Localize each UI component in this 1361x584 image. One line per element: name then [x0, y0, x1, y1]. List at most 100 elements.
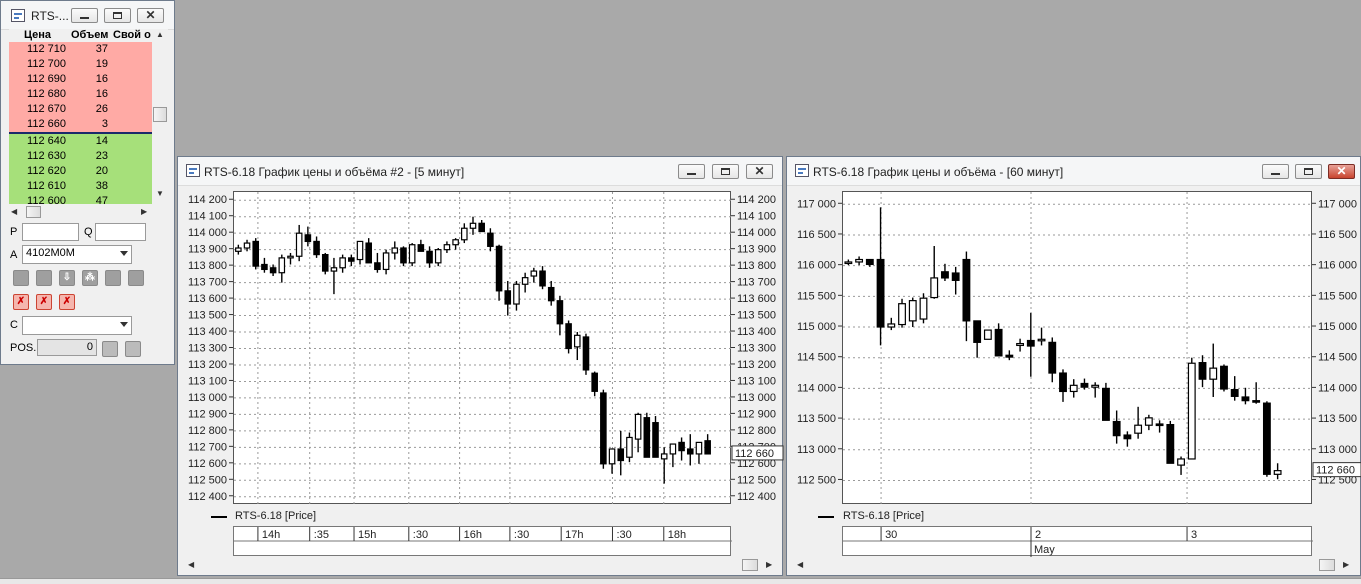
scroll-right-icon[interactable]: ▶: [1343, 560, 1349, 569]
y-tick-label: 113 000: [188, 392, 227, 404]
orderbook-vscroll[interactable]: ▲ ▼: [152, 29, 168, 204]
close-icon: ✕: [754, 164, 765, 178]
price-input[interactable]: [22, 223, 79, 241]
candle-down: [1059, 372, 1067, 393]
chart5-hscroll[interactable]: ◀ ▶: [186, 558, 776, 572]
minimize-icon: [1271, 173, 1280, 175]
maximize-button[interactable]: [1295, 164, 1322, 179]
candle-down: [304, 234, 312, 243]
candle-up: [469, 222, 477, 229]
y-tick-label: 113 400: [188, 326, 227, 338]
row-volume: 14: [95, 135, 108, 147]
legend-swatch: [211, 516, 227, 518]
chart5-plot[interactable]: [233, 191, 732, 505]
tool-button-6[interactable]: [128, 270, 144, 286]
tool-button-3[interactable]: ⇩: [59, 270, 75, 286]
tool-button-1[interactable]: [13, 270, 29, 286]
hscroll-thumb[interactable]: [26, 206, 41, 218]
maximize-button[interactable]: [712, 164, 739, 179]
scroll-up-icon[interactable]: ▲: [156, 30, 164, 39]
minimize-button[interactable]: [678, 164, 705, 179]
candle-down: [348, 257, 355, 262]
ask-row[interactable]: 112 700 19: [9, 57, 152, 72]
bid-row[interactable]: 112 600 47: [9, 194, 152, 204]
tool-button-4[interactable]: ⁂: [82, 270, 98, 286]
orderbook-rows: 112 710 37 112 700 19 112 690 16 112 680 16 112 …: [1, 1, 161, 204]
hscroll-thumb[interactable]: [1319, 559, 1335, 571]
scroll-down-icon[interactable]: ▼: [156, 189, 164, 198]
chart5-titlebar[interactable]: RTS-6.18 График цены и объёма #2 - [5 ми…: [178, 157, 782, 186]
account-select[interactable]: 4102M0M: [22, 245, 132, 264]
y-tick-label: 115 500: [1318, 290, 1357, 302]
close-button[interactable]: ✕: [1328, 164, 1355, 179]
last-price-label: 112 660: [735, 448, 774, 460]
ask-row[interactable]: 112 670 26: [9, 102, 152, 117]
candle-down: [1080, 382, 1089, 388]
cancel-sell-button[interactable]: ✗: [36, 294, 52, 310]
cancel-buy-button[interactable]: ✗: [13, 294, 29, 310]
scroll-thumb[interactable]: [153, 107, 167, 122]
candle-down: [951, 272, 960, 281]
candle-down: [547, 286, 555, 302]
candle-down: [400, 247, 407, 264]
chart60-window: RTS-6.18 График цены и объёма - [60 мину…: [786, 156, 1361, 576]
row-volume: 19: [95, 58, 108, 70]
y-tick-label: 117 000: [1318, 198, 1357, 210]
candle-up: [391, 247, 399, 254]
ask-row[interactable]: 112 680 16: [9, 87, 152, 102]
pos-button-1[interactable]: [102, 341, 118, 357]
pos-button-2[interactable]: [125, 341, 141, 357]
y-tick-label: 112 700: [188, 441, 227, 453]
ask-row[interactable]: 112 660 3: [9, 117, 152, 132]
bid-row[interactable]: 112 640 14: [9, 134, 152, 149]
candle-up: [1069, 384, 1078, 393]
candle-down: [865, 258, 874, 266]
minimize-button[interactable]: [1262, 164, 1289, 179]
tool-button-5[interactable]: [105, 270, 121, 286]
tool-button-2[interactable]: [36, 270, 52, 286]
y-tick-label: 114 200: [188, 194, 227, 206]
close-button[interactable]: ✕: [746, 164, 773, 179]
hscroll-thumb[interactable]: [742, 559, 758, 571]
x-tick-label: 17h: [565, 529, 583, 541]
bid-row[interactable]: 112 620 20: [9, 164, 152, 179]
y-tick-label: 115 000: [1318, 321, 1357, 333]
scroll-left-icon[interactable]: ◀: [797, 560, 803, 569]
candle-up: [1091, 384, 1100, 388]
quantity-input[interactable]: [95, 223, 146, 241]
candle-down: [876, 258, 885, 328]
chart60-titlebar[interactable]: RTS-6.18 График цены и объёма - [60 мину…: [787, 157, 1360, 186]
y-tick-label: 112 500: [737, 474, 776, 486]
chart5-window: RTS-6.18 График цены и объёма #2 - [5 ми…: [177, 156, 784, 576]
scroll-right-icon[interactable]: ▶: [766, 560, 772, 569]
chart60-hscroll[interactable]: ◀ ▶: [795, 558, 1354, 572]
candle-up: [930, 277, 939, 299]
y-tick-label: 113 100: [737, 375, 776, 387]
c-select[interactable]: [22, 316, 132, 335]
candle-down: [1220, 365, 1228, 390]
row-volume: 3: [101, 118, 108, 130]
grid-icon: ⁂: [85, 272, 95, 283]
ask-row[interactable]: 112 710 37: [9, 42, 152, 57]
candle-up: [634, 413, 642, 440]
chart60-candles: [843, 192, 1313, 505]
candle-up: [983, 329, 992, 340]
ask-row[interactable]: 112 690 16: [9, 72, 152, 87]
row-volume: 16: [95, 73, 108, 85]
bid-row[interactable]: 112 630 23: [9, 149, 152, 164]
y-tick-label: 113 500: [737, 310, 776, 322]
chart60-plot[interactable]: [842, 191, 1313, 505]
scroll-right-icon[interactable]: ▶: [141, 207, 147, 216]
orderbook-hscroll[interactable]: ◀ ▶: [9, 205, 152, 219]
candle-down: [1241, 396, 1250, 402]
row-volume: 26: [95, 103, 108, 115]
scroll-left-icon[interactable]: ◀: [11, 207, 17, 216]
y-tick-label: 113 900: [737, 244, 776, 256]
row-price: 112 710: [27, 43, 66, 55]
bid-row[interactable]: 112 610 38: [9, 179, 152, 194]
cancel-all-button[interactable]: ✗: [59, 294, 75, 310]
candle-up: [434, 249, 442, 264]
x-tick-label: :30: [514, 529, 529, 541]
y-tick-label: 113 500: [797, 413, 836, 425]
scroll-left-icon[interactable]: ◀: [188, 560, 194, 569]
